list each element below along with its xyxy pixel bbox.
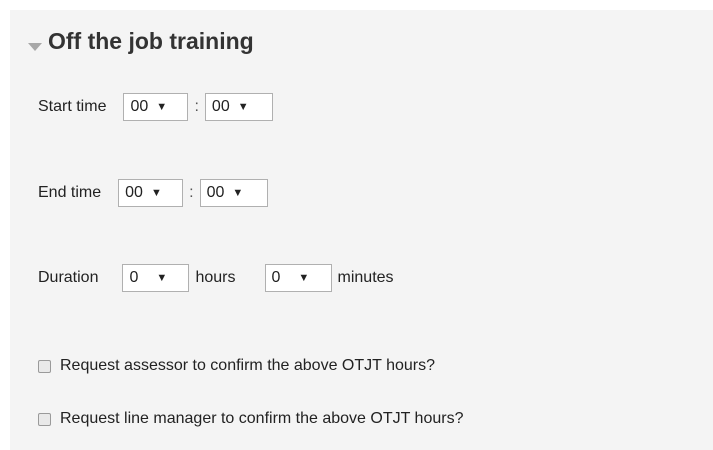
off-the-job-training-panel <box>10 10 713 450</box>
start-time-minutes-select[interactable]: 00 ▼ <box>204 93 273 121</box>
chevron-down-icon: ▼ <box>237 101 249 113</box>
confirm-line-manager-checkbox[interactable] <box>38 412 51 426</box>
start-time-hours-value: 00 <box>130 98 149 115</box>
end-time-label: End time <box>38 184 102 201</box>
chevron-down-icon: ▼ <box>232 187 244 199</box>
start-time-separator: : <box>194 98 199 115</box>
end-time-row: End time 00 ▼ : 00 ▼ <box>38 179 268 207</box>
chevron-down-icon: ▼ <box>298 272 310 284</box>
duration-hours-unit: hours <box>195 269 236 286</box>
confirm-assessor-row[interactable]: Request assessor to confirm the above OT… <box>38 357 435 375</box>
chevron-down-icon: ▼ <box>156 101 168 113</box>
end-time-hours-value: 00 <box>125 184 143 201</box>
duration-label: Duration <box>38 269 99 286</box>
duration-minutes-select[interactable]: 0 ▼ <box>264 264 332 292</box>
chevron-down-icon: ▼ <box>150 187 162 199</box>
section-header[interactable]: Off the job training <box>28 28 254 55</box>
duration-row: Duration 0 ▼ hours 0 ▼ minutes <box>38 264 394 292</box>
start-time-row: Start time 00 ▼ : 00 ▼ <box>38 93 273 121</box>
duration-hours-select[interactable]: 0 ▼ <box>122 264 190 292</box>
duration-minutes-value: 0 <box>271 269 281 286</box>
confirm-assessor-checkbox[interactable] <box>38 359 51 373</box>
section-title: Off the job training <box>48 28 254 54</box>
start-time-hours-select[interactable]: 00 ▼ <box>123 93 189 121</box>
collapse-triangle-icon[interactable] <box>28 42 42 51</box>
start-time-label: Start time <box>38 98 107 115</box>
duration-hours-value: 0 <box>129 269 139 286</box>
confirm-line-manager-label[interactable]: Request line manager to confirm the abov… <box>60 410 463 428</box>
end-time-minutes-select[interactable]: 00 ▼ <box>199 179 268 207</box>
chevron-down-icon: ▼ <box>156 272 168 284</box>
end-time-hours-select[interactable]: 00 ▼ <box>118 179 184 207</box>
end-time-separator: : <box>189 184 194 201</box>
start-time-minutes-value: 00 <box>211 98 230 115</box>
end-time-minutes-value: 00 <box>206 184 225 201</box>
duration-minutes-unit: minutes <box>337 269 394 286</box>
confirm-line-manager-row[interactable]: Request line manager to confirm the abov… <box>38 410 463 428</box>
confirm-assessor-label[interactable]: Request assessor to confirm the above OT… <box>60 357 435 375</box>
